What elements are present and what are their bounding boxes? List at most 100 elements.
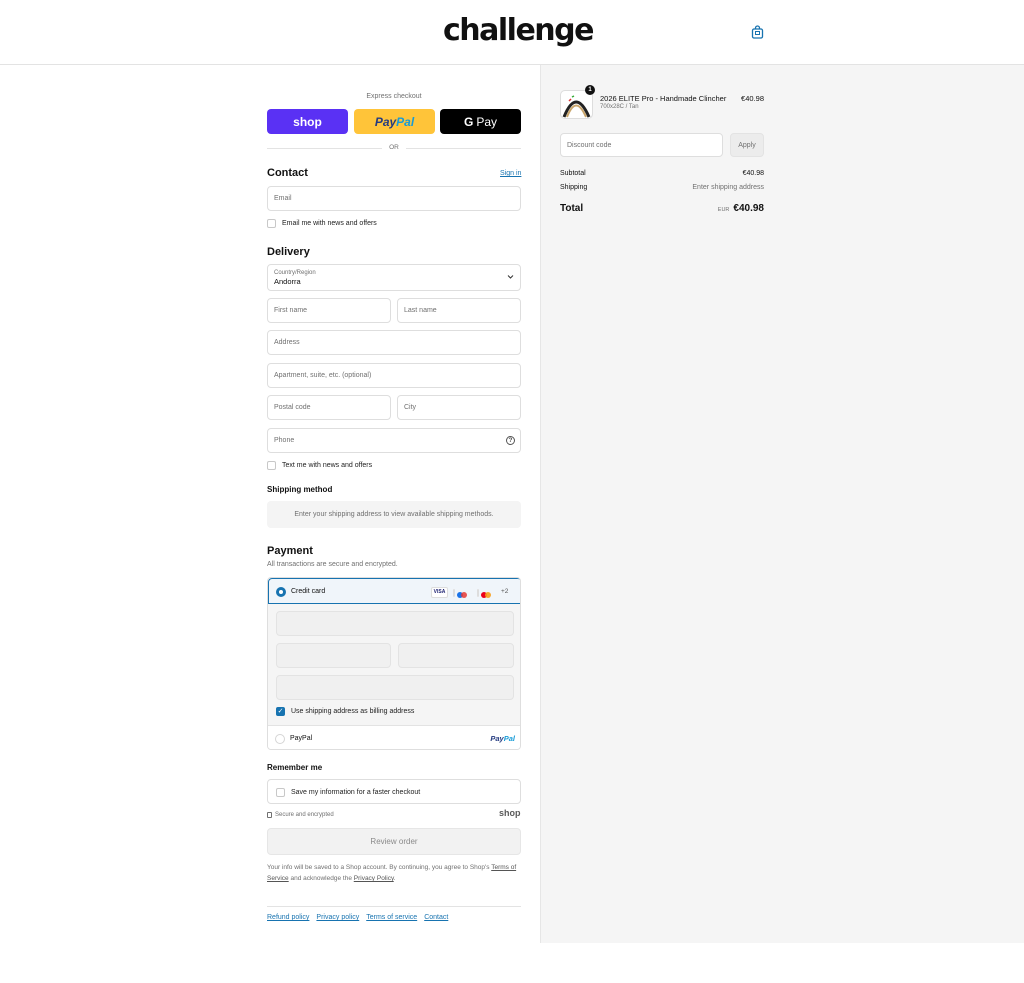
subtotal-label: Subtotal [560, 170, 586, 177]
checkbox-box[interactable] [267, 461, 276, 470]
first-name-field[interactable]: First name [267, 298, 391, 323]
chevron-down-icon [507, 275, 514, 279]
last-name-field[interactable]: Last name [397, 298, 521, 323]
paypal-logo-pay: Pay [490, 734, 504, 743]
visa-icon: VISA [431, 587, 448, 598]
terms-of-service-footer-link[interactable]: Terms of service [366, 914, 417, 921]
paypal-label-pal: Pal [396, 114, 415, 129]
address-field[interactable]: Address [267, 330, 521, 355]
payment-options: Credit card VISA +2 ✓ Use shipping addre… [267, 577, 521, 750]
privacy-policy-link[interactable]: Privacy Policy [354, 875, 394, 882]
save-info-label: Save my information for a faster checkou… [291, 789, 421, 796]
apply-discount-button[interactable]: Apply [730, 133, 764, 157]
credit-card-option[interactable]: Credit card VISA +2 [268, 578, 520, 604]
payment-heading: Payment [267, 545, 313, 557]
subtotal-value: €40.98 [742, 170, 764, 177]
email-field[interactable]: Email [267, 186, 521, 211]
tire-image [562, 95, 591, 118]
checkmark-icon[interactable]: ✓ [276, 707, 285, 716]
contact-link[interactable]: Contact [424, 914, 448, 921]
privacy-policy-footer-link[interactable]: Privacy policy [316, 914, 359, 921]
total-value: €40.98 [733, 203, 764, 214]
country-label: Country/Region [274, 270, 316, 276]
google-g-icon: G [463, 114, 474, 129]
text-news-checkbox[interactable]: Text me with news and offers [267, 461, 372, 470]
delivery-heading: Delivery [267, 246, 310, 258]
order-summary-pane [540, 65, 1024, 943]
paypal-option[interactable]: PayPal PayPal [268, 725, 520, 749]
product-price: €40.98 [741, 94, 764, 103]
radio-unselected[interactable] [275, 734, 285, 744]
shop-pay-label: shop [293, 114, 322, 129]
paypal-express-button[interactable]: Pay Pal [354, 109, 435, 134]
review-order-button[interactable]: Review order [267, 828, 521, 855]
shipping-method-placeholder: Enter your shipping address to view avai… [267, 501, 521, 528]
footer-divider [267, 906, 521, 907]
maestro-icon [453, 589, 467, 598]
legal-text-part: . [393, 875, 396, 882]
quantity-badge: 1 [585, 85, 595, 95]
google-pay-label: Pay [476, 114, 498, 129]
remember-me-heading: Remember me [267, 763, 323, 772]
or-divider: OR [267, 143, 521, 153]
express-checkout-label: Express checkout [366, 93, 422, 100]
product-name: 2026 ELITE Pro - Handmade Clincher [600, 94, 727, 103]
radio-selected[interactable] [276, 587, 286, 597]
security-code-field[interactable] [398, 643, 514, 668]
discount-code-field[interactable]: Discount code [560, 133, 723, 157]
legal-text-part: Your info will be saved to a Shop accoun… [267, 864, 492, 871]
payment-subtitle: All transactions are secure and encrypte… [267, 561, 398, 568]
page-header: challenge [0, 0, 1024, 65]
phone-field[interactable]: Phone ? [267, 428, 521, 453]
email-news-label: Email me with news and offers [282, 220, 377, 227]
credit-card-label: Credit card [291, 588, 326, 595]
footer-links: Refund policy Privacy policy Terms of se… [267, 914, 448, 921]
google-pay-button[interactable]: G Pay [440, 109, 521, 134]
more-cards-count: +2 [501, 588, 509, 595]
or-label: OR [389, 144, 399, 151]
secure-text: Secure and encrypted [275, 812, 334, 818]
shipping-value: Enter shipping address [692, 184, 764, 191]
name-on-card-field[interactable] [276, 675, 514, 700]
phone-placeholder: Phone [274, 437, 295, 444]
save-info-checkbox[interactable]: Save my information for a faster checkou… [276, 788, 420, 797]
country-select[interactable]: Country/Region Andorra [267, 264, 521, 291]
email-news-checkbox[interactable]: Email me with news and offers [267, 219, 377, 228]
shipping-label: Shipping [560, 184, 588, 191]
shop-pay-button[interactable]: shop [267, 109, 348, 134]
apartment-field[interactable]: Apartment, suite, etc. (optional) [267, 363, 521, 388]
credit-card-form: ✓ Use shipping address as billing addres… [268, 604, 520, 725]
refund-policy-link[interactable]: Refund policy [267, 914, 309, 921]
help-circle-icon[interactable]: ? [506, 436, 515, 445]
checkbox-box[interactable] [276, 788, 285, 797]
billing-address-checkbox[interactable]: ✓ Use shipping address as billing addres… [276, 707, 414, 716]
billing-address-label: Use shipping address as billing address [291, 708, 415, 715]
total-row: Total EUR €40.98 [560, 203, 764, 214]
checkbox-box[interactable] [267, 219, 276, 228]
shipping-method-heading: Shipping method [267, 485, 333, 494]
card-number-field[interactable] [276, 611, 514, 636]
legal-text-part: and acknowledge the [288, 875, 354, 882]
product-variant: 700x28C / Tan [600, 104, 639, 110]
legal-text: Your info will be saved to a Shop accoun… [267, 862, 521, 884]
shop-logo: shop [499, 808, 521, 818]
country-value: Andorra [274, 277, 301, 286]
remember-me-box: Save my information for a faster checkou… [267, 779, 521, 804]
postal-code-field[interactable]: Postal code [267, 395, 391, 420]
paypal-option-label: PayPal [290, 735, 313, 742]
brand-logo[interactable]: challenge [443, 12, 594, 50]
expiration-field[interactable] [276, 643, 391, 668]
mastercard-icon [477, 589, 491, 598]
paypal-logo-pal: Pal [503, 734, 515, 743]
text-news-label: Text me with news and offers [282, 462, 373, 469]
subtotal-row: Subtotal €40.98 [560, 170, 764, 177]
paypal-logo: PayPal [490, 734, 515, 743]
total-label: Total [560, 203, 584, 214]
lock-icon [267, 812, 272, 818]
paypal-label-pay: Pay [374, 114, 397, 129]
sign-in-link[interactable]: Sign in [500, 170, 521, 177]
city-field[interactable]: City [397, 395, 521, 420]
shopping-bag-icon[interactable] [751, 25, 764, 39]
contact-heading: Contact [267, 167, 308, 179]
currency-code: EUR [717, 207, 730, 213]
